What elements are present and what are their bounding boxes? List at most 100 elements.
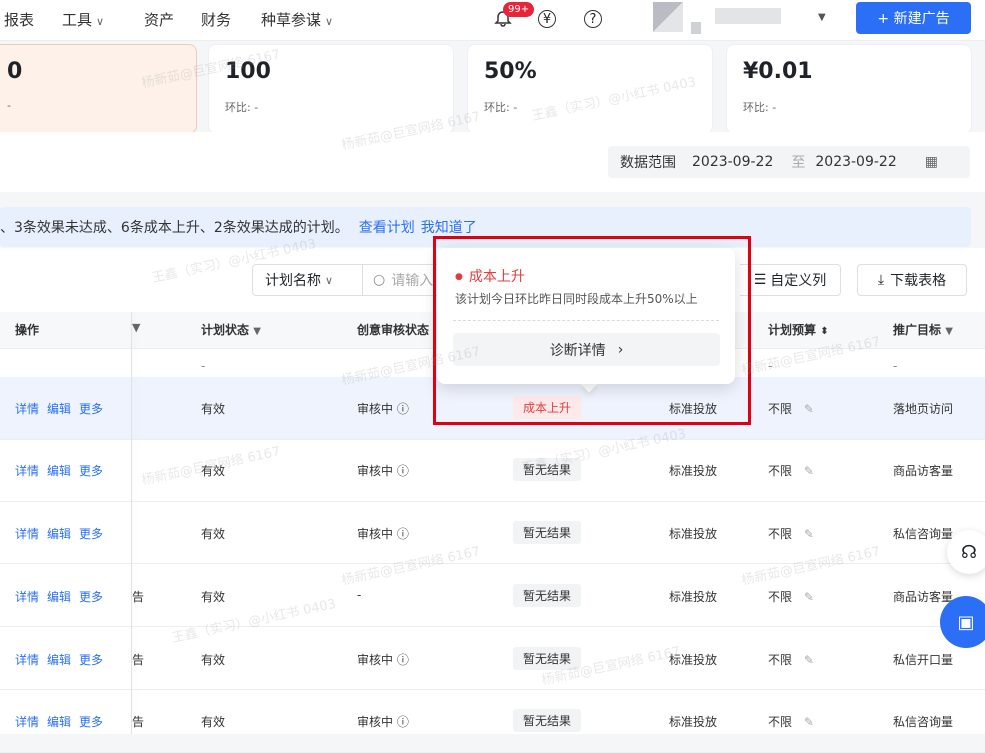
table-row[interactable]: [0, 501, 985, 564]
table-row[interactable]: [0, 564, 985, 627]
diagnosis-tag[interactable]: 暂无结果: [513, 458, 582, 481]
diagnosis-tag[interactable]: 暂无结果: [513, 584, 582, 607]
kpi-sub: 环比: -: [484, 101, 518, 114]
kpi-card-1[interactable]: 0 -: [0, 44, 197, 134]
more-link[interactable]: 更多: [79, 464, 103, 478]
more-link[interactable]: 更多: [79, 590, 103, 604]
kpi-card-4[interactable]: ¥0.01 环比: -: [726, 44, 972, 134]
diagnosis-tag[interactable]: 暂无结果: [513, 709, 582, 732]
download-button[interactable]: ⤓ 下载表格: [857, 264, 967, 296]
notification-badge: 99+: [503, 2, 535, 17]
cell-goal: 私信开口量: [893, 653, 954, 667]
cell-review-text: 审核中: [357, 715, 394, 729]
cell-budget-text: 不限: [768, 715, 793, 729]
account-name-blurred[interactable]: [715, 8, 781, 24]
view-plans-link[interactable]: 查看计划: [359, 217, 415, 237]
edit-pencil-icon[interactable]: ✎: [804, 464, 814, 478]
cell-mode: 标准投放: [669, 715, 718, 729]
cell-review: 审核中 ⓘ: [357, 651, 409, 668]
detail-link[interactable]: 详情: [15, 715, 39, 729]
edit-link[interactable]: 编辑: [47, 464, 71, 478]
account-dropdown-icon[interactable]: ▼: [818, 12, 826, 23]
cell-status: 有效: [201, 527, 226, 541]
detail-link[interactable]: 详情: [15, 402, 39, 416]
avatar[interactable]: [653, 2, 683, 32]
cell-mode: 标准投放: [669, 653, 718, 667]
edit-link[interactable]: 编辑: [47, 527, 71, 541]
nav-item-seeding[interactable]: 种草参谋 ∨: [261, 9, 333, 30]
info-icon[interactable]: ⓘ: [397, 653, 409, 667]
table-row[interactable]: [0, 690, 985, 753]
column-review[interactable]: 创意审核状态: [357, 321, 429, 338]
cell-review: -: [357, 588, 362, 602]
row-actions: 详情 编辑 更多: [15, 400, 111, 417]
nav-item-tools-label: 工具: [62, 11, 93, 29]
row-actions: 详情 编辑 更多: [15, 651, 111, 668]
cell-plan-name: 告: [132, 590, 145, 604]
cell-mode: 标准投放: [669, 590, 718, 604]
help-icon[interactable]: ?: [584, 10, 602, 28]
cell-mode: 标准投放: [669, 527, 718, 541]
cell-status: 有效: [201, 402, 226, 416]
detail-link[interactable]: 详情: [15, 464, 39, 478]
kpi-value: 0: [7, 59, 23, 84]
more-link[interactable]: 更多: [79, 402, 103, 416]
nav-item-reports[interactable]: 报表: [4, 9, 34, 30]
more-link[interactable]: 更多: [79, 653, 103, 667]
edit-pencil-icon[interactable]: ✎: [804, 653, 814, 667]
nav-item-tools[interactable]: 工具 ∨: [62, 9, 104, 30]
diagnosis-tag[interactable]: 暂无结果: [513, 521, 582, 544]
dismiss-link[interactable]: 我知道了: [421, 217, 477, 237]
edit-pencil-icon[interactable]: ✎: [804, 590, 814, 604]
search-field-select[interactable]: 计划名称 ∨: [252, 264, 362, 296]
headset-icon[interactable]: ☊: [947, 530, 985, 574]
cell-goal: 商品访客量: [893, 464, 954, 478]
filter-icon: ▼: [253, 326, 261, 337]
yen-icon[interactable]: ¥: [538, 10, 556, 28]
filter-icon[interactable]: ▼: [132, 321, 140, 334]
edit-pencil-icon[interactable]: ✎: [804, 527, 814, 541]
column-actions: 操作: [15, 323, 40, 337]
column-status[interactable]: 计划状态 ▼: [201, 321, 261, 338]
nav-item-assets[interactable]: 资产: [144, 9, 174, 30]
cell-budget: 不限 ✎: [768, 588, 814, 605]
download-label: 下载表格: [890, 273, 947, 289]
search-placeholder: 请输入: [391, 273, 434, 289]
kpi-card-3[interactable]: 50% 环比: -: [467, 44, 713, 134]
custom-columns-button[interactable]: ☰ 自定义列: [740, 264, 841, 296]
more-link[interactable]: 更多: [79, 527, 103, 541]
edit-pencil-icon[interactable]: ✎: [804, 402, 814, 416]
list-icon: ☰: [753, 272, 767, 288]
table-row[interactable]: [0, 439, 985, 502]
info-icon[interactable]: ⓘ: [397, 402, 409, 416]
column-budget[interactable]: 计划预算 ⬍: [768, 321, 829, 338]
column-goal[interactable]: 推广目标 ▼: [893, 321, 953, 338]
detail-link[interactable]: 详情: [15, 590, 39, 604]
date-start: 2023-09-22: [692, 154, 774, 170]
diagnosis-tag[interactable]: 暂无结果: [513, 647, 582, 670]
edit-link[interactable]: 编辑: [47, 402, 71, 416]
date-range-label: 数据范围: [620, 155, 676, 171]
nav-item-finance[interactable]: 财务: [201, 9, 231, 30]
info-icon[interactable]: ⓘ: [397, 715, 409, 729]
info-icon[interactable]: ⓘ: [397, 464, 409, 478]
edit-link[interactable]: 编辑: [47, 653, 71, 667]
cell-status: 有效: [201, 653, 226, 667]
custom-columns-label: 自定义列: [770, 273, 827, 289]
table-row[interactable]: [0, 627, 985, 690]
edit-link[interactable]: 编辑: [47, 715, 71, 729]
edit-pencil-icon[interactable]: ✎: [804, 715, 814, 729]
cell-review: 审核中 ⓘ: [357, 713, 409, 730]
kpi-card-2[interactable]: 100 环比: -: [208, 44, 454, 134]
detail-link[interactable]: 详情: [15, 527, 39, 541]
date-range-picker[interactable]: 数据范围 2023-09-22 至 2023-09-22 ▦: [608, 146, 970, 178]
column-goal-label: 推广目标: [893, 323, 942, 337]
new-ad-button[interactable]: + 新建广告: [856, 2, 971, 34]
chat-icon[interactable]: ▣: [940, 596, 985, 648]
detail-link[interactable]: 详情: [15, 653, 39, 667]
summary-status: -: [201, 359, 206, 373]
edit-link[interactable]: 编辑: [47, 590, 71, 604]
info-icon[interactable]: ⓘ: [397, 527, 409, 541]
search-input[interactable]: ○ 请输入: [362, 264, 442, 296]
more-link[interactable]: 更多: [79, 715, 103, 729]
